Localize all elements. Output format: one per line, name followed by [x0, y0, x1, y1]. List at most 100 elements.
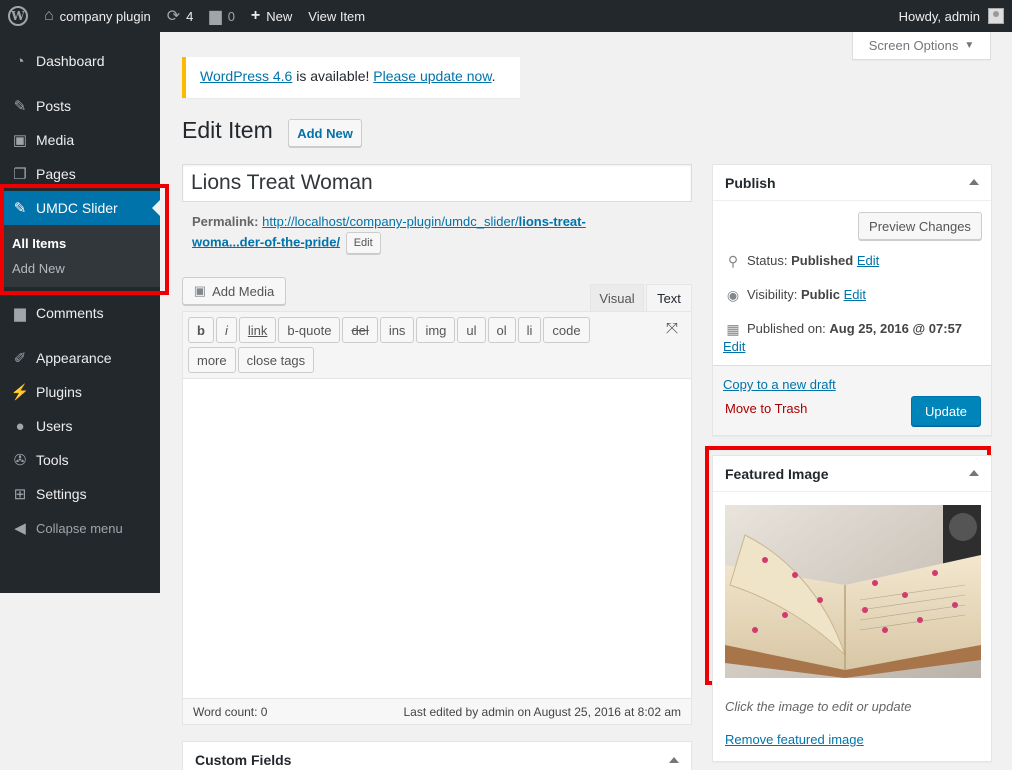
pin-icon: ⚲	[727, 253, 739, 269]
new-content-link[interactable]: + New	[243, 0, 300, 32]
plugin-icon: ⚡	[10, 384, 30, 401]
qt-blockquote-button[interactable]: b-quote	[278, 317, 341, 343]
toggle-arrow-icon[interactable]	[969, 470, 979, 476]
page-title: Edit Item	[182, 117, 273, 143]
qt-del-button[interactable]: del	[342, 317, 378, 343]
featured-image-caption: Click the image to edit or update	[725, 699, 912, 714]
comment-icon: ▆	[209, 8, 222, 25]
qt-ins-button[interactable]: ins	[379, 317, 415, 343]
sidebar-item-appearance[interactable]: ✐ Appearance	[0, 341, 160, 375]
update-button[interactable]: Update	[911, 396, 981, 426]
new-label: New	[266, 8, 293, 24]
updates-count: 4	[186, 8, 194, 24]
sidebar-item-label: Plugins	[36, 384, 82, 400]
tab-visual[interactable]: Visual	[590, 284, 644, 312]
user-icon: ●	[15, 417, 25, 435]
update-notice: WordPress 4.6 is available! Please updat…	[182, 57, 520, 98]
sidebar-item-media[interactable]: ▣ Media	[0, 123, 160, 157]
tab-text[interactable]: Text	[646, 284, 692, 312]
featured-image-thumbnail[interactable]	[725, 505, 981, 678]
featured-image-header[interactable]: Featured Image	[713, 456, 991, 492]
copy-draft-link[interactable]: Copy to a new draft	[723, 377, 836, 392]
word-count: Word count: 0	[193, 704, 268, 719]
publish-box-header[interactable]: Publish	[713, 165, 991, 201]
brush-icon: ✐	[13, 350, 27, 367]
sidebar-item-label: Dashboard	[36, 53, 105, 69]
sidebar-item-settings[interactable]: ⊞ Settings	[0, 477, 160, 511]
collapse-menu-label: Collapse menu	[36, 520, 123, 536]
qt-more-button[interactable]: more	[188, 347, 236, 373]
visibility-label: Visibility:	[747, 287, 798, 302]
updates-link[interactable]: ⟳ 4	[159, 0, 202, 32]
notice-end: .	[491, 68, 496, 84]
sidebar-item-label: Comments	[36, 305, 104, 321]
toggle-arrow-icon[interactable]	[969, 179, 979, 185]
sidebar-item-tools[interactable]: ✇ Tools	[0, 443, 160, 477]
qt-ol-button[interactable]: ol	[487, 317, 516, 343]
qt-link-button[interactable]: link	[238, 317, 277, 343]
preview-changes-button[interactable]: Preview Changes	[858, 212, 982, 240]
qt-code-button[interactable]: code	[543, 317, 590, 343]
content-editor: b i link b-quote del ins img ul ol li code more clo…	[182, 311, 692, 725]
qt-li-button[interactable]: li	[517, 317, 542, 343]
move-to-trash-link[interactable]: Move to Trash	[725, 401, 807, 416]
site-name-label: company plugin	[59, 8, 151, 24]
qt-close-tags-button[interactable]: close tags	[237, 347, 315, 373]
sidebar-item-label: Appearance	[36, 350, 112, 366]
sidebar-item-label: Media	[36, 132, 75, 148]
fullscreen-icon[interactable]: ⤧	[663, 320, 681, 338]
post-title-input[interactable]: Lions Treat Woman	[182, 164, 692, 202]
collapse-menu-button[interactable]: ◀ Collapse menu	[0, 511, 160, 545]
qt-img-button[interactable]: img	[416, 317, 456, 343]
content-textarea[interactable]	[183, 379, 691, 699]
add-media-button[interactable]: ▣ Add Media	[182, 277, 286, 305]
view-item-link[interactable]: View Item	[300, 0, 373, 32]
qt-bold-button[interactable]: b	[188, 317, 214, 343]
published-edit-link[interactable]: Edit	[723, 339, 745, 354]
sidebar-item-posts[interactable]: ✎ Posts	[0, 89, 160, 123]
wordpress-version-link[interactable]: WordPress 4.6	[200, 68, 292, 84]
screen-options-button[interactable]: Screen Options ▼	[852, 32, 991, 60]
wordpress-logo-icon[interactable]: W	[0, 0, 36, 32]
site-name-link[interactable]: ⌂ company plugin	[36, 0, 159, 32]
comments-link[interactable]: ▆ 0	[201, 0, 243, 32]
media-icon: ▣	[193, 283, 207, 298]
visibility-value: Public	[800, 287, 840, 302]
sidebar-item-plugins[interactable]: ⚡ Plugins	[0, 375, 160, 409]
sidebar-item-label: Users	[36, 418, 73, 434]
pages-icon: ❐	[13, 166, 27, 183]
sidebar-item-users[interactable]: ● Users	[0, 409, 160, 443]
notice-text: is available!	[292, 68, 374, 84]
update-now-link[interactable]: Please update now	[373, 68, 491, 84]
qt-italic-button[interactable]: i	[215, 317, 237, 343]
visibility-row: ◉ Visibility: Public Edit	[723, 285, 866, 305]
admin-bar: W ⌂ company plugin ⟳ 4 ▆ 0 + New View Item H…	[0, 0, 1012, 32]
status-label: Status:	[747, 253, 788, 268]
account-menu[interactable]: Howdy, admin	[891, 0, 1012, 32]
published-value: Aug 25, 2016 @ 07:57	[829, 321, 963, 336]
sidebar-item-label: Settings	[36, 486, 87, 502]
publish-title: Publish	[725, 175, 776, 191]
custom-fields-title: Custom Fields	[195, 752, 292, 768]
permalink: Permalink: http://localhost/company-plug…	[192, 212, 632, 254]
toggle-arrow-icon[interactable]	[669, 757, 679, 763]
howdy-label: Howdy, admin	[898, 8, 980, 24]
avatar	[988, 8, 1004, 24]
home-icon: ⌂	[44, 7, 54, 24]
visibility-edit-link[interactable]: Edit	[844, 287, 866, 302]
permalink-edit-button[interactable]: Edit	[345, 232, 381, 254]
sidebar-item-dashboard[interactable]: ◔ Dashboard	[0, 44, 160, 78]
featured-image-title: Featured Image	[725, 466, 829, 482]
remove-featured-image-link[interactable]: Remove featured image	[725, 732, 864, 747]
view-item-label: View Item	[308, 8, 366, 24]
plus-icon: +	[250, 7, 261, 24]
add-new-button[interactable]: Add New	[288, 119, 362, 147]
status-edit-link[interactable]: Edit	[857, 253, 879, 268]
last-edited: Last edited by admin on August 25, 2016 …	[403, 704, 681, 719]
comment-icon: ▆	[14, 305, 26, 322]
sidebar-item-comments[interactable]: ▆ Comments	[0, 296, 160, 330]
chevron-down-icon: ▼	[964, 40, 975, 51]
settings-icon: ⊞	[13, 486, 27, 503]
collapse-icon: ◀	[14, 520, 26, 537]
qt-ul-button[interactable]: ul	[457, 317, 486, 343]
